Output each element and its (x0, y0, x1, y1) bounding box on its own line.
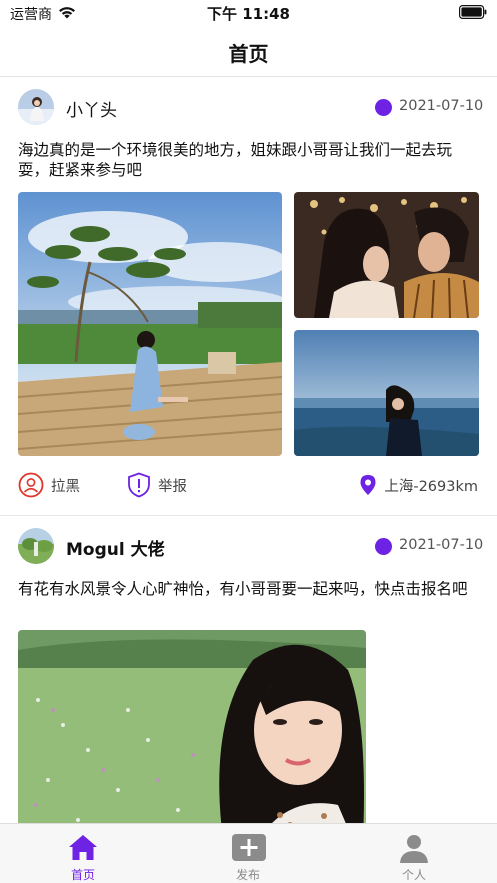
tab-publish-label: 发布 (235, 868, 260, 882)
battery-icon (459, 5, 487, 19)
post-text: 有花有水风景令人心旷神怡，有小哥哥要一起来吗，快点击报名吧 (18, 580, 468, 598)
location-info: 上海-2693km (359, 473, 478, 497)
person-icon (400, 835, 428, 863)
tab-publish[interactable]: 发布 (188, 824, 308, 883)
avatar[interactable] (18, 89, 54, 125)
post-photo-beach-deck[interactable] (18, 192, 282, 456)
tab-home-label: 首页 (70, 868, 95, 882)
username[interactable]: Mogul 大佬 (66, 535, 165, 560)
status-dot (375, 538, 392, 555)
tab-home[interactable]: 首页 (23, 824, 143, 883)
post-feed[interactable]: 小丫头 2021-07-10 海边真的是一个环境很美的地方，姐妹跟小哥哥让我们一… (0, 78, 497, 823)
post-date: 2021-07-10 (399, 537, 484, 553)
report-shield-icon (128, 472, 150, 498)
plus-icon (232, 834, 266, 861)
post-photo-flower-field[interactable] (18, 630, 366, 823)
block-label: 拉黑 (51, 478, 80, 495)
tab-profile-label: 个人 (401, 868, 426, 882)
home-icon (69, 835, 97, 860)
post-card[interactable]: Mogul 大佬 2021-07-10 有花有水风景令人心旷神怡，有小哥哥要一起… (0, 517, 497, 823)
location-distance: 上海-2693km (384, 478, 478, 495)
post-photo-couple-lights[interactable] (294, 192, 479, 318)
status-dot (375, 99, 392, 116)
navigation-bar: 首页 (0, 26, 497, 77)
username[interactable]: 小丫头 (66, 96, 117, 121)
clock: 下午 11:48 (207, 5, 290, 23)
page-title: 首页 (228, 42, 269, 66)
post-text: 海边真的是一个环境很美的地方，姐妹跟小哥哥让我们一起去玩耍，赶紧来参与吧 (18, 141, 453, 179)
report-label: 举报 (158, 478, 187, 495)
tab-profile[interactable]: 个人 (354, 824, 474, 883)
location-pin-icon (360, 475, 376, 495)
report-button[interactable]: 举报 (127, 472, 187, 498)
post-date: 2021-07-10 (399, 98, 484, 114)
tab-bar: 首页 发布 个人 (0, 823, 497, 883)
status-bar: 运营商 下午 11:48 (0, 0, 497, 26)
post-card[interactable]: 小丫头 2021-07-10 海边真的是一个环境很美的地方，姐妹跟小哥哥让我们一… (0, 78, 497, 516)
block-user-button[interactable]: 拉黑 (18, 472, 80, 498)
app-screen: 运营商 下午 11:48 首页 小丫头 2021-07-10 海边真的是一个环境… (0, 0, 497, 883)
block-user-icon (18, 472, 44, 498)
post-photo-seaside[interactable] (294, 330, 479, 456)
avatar[interactable] (18, 528, 54, 564)
